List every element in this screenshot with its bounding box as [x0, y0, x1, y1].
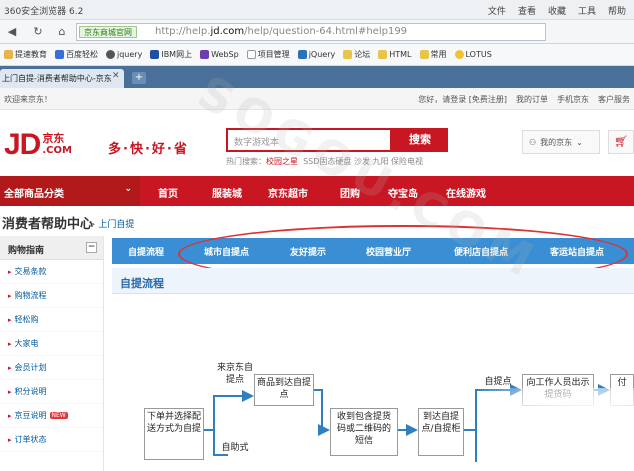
browser-title: 360安全浏览器 6.2: [4, 7, 84, 17]
menu-view[interactable]: 查看: [518, 4, 536, 17]
breadcrumb-sep: >: [88, 220, 99, 230]
bookmark-item[interactable]: jQuery: [297, 50, 335, 59]
bookmark-item[interactable]: 常用: [419, 49, 447, 60]
bookmark-item[interactable]: HTML: [378, 50, 412, 59]
chevron-down-icon: ⌄: [124, 184, 132, 194]
flow-branch-label: 自助式: [221, 443, 249, 453]
bullet-arrow-icon: ▸: [8, 267, 12, 276]
bullet-arrow-icon: ▸: [8, 315, 12, 324]
site-verified-chip[interactable]: 京东商城官网: [79, 26, 137, 38]
search-button[interactable]: 搜索: [392, 128, 448, 152]
bullet-arrow-icon: ▸: [8, 411, 12, 420]
bullet-arrow-icon: ▸: [8, 363, 12, 372]
page-title: 消费者帮助中心: [2, 217, 94, 232]
flow-branch-label: 来京东自提点: [216, 363, 253, 385]
new-tab-button[interactable]: +: [132, 72, 146, 84]
home-icon[interactable]: ⌂: [54, 24, 70, 40]
bullet-arrow-icon: ▸: [8, 435, 12, 444]
breadcrumb-current[interactable]: 上门自提: [98, 220, 134, 230]
login-link[interactable]: 您好，请登录 [免费注册]: [418, 94, 507, 105]
sidebar-item-appliances[interactable]: ▸ 大家电: [0, 332, 103, 356]
url-text[interactable]: http://help.jd.com/help/question-64.html…: [155, 26, 407, 37]
bookmark-item[interactable]: IBM网上: [150, 49, 192, 60]
topbar-links: 您好，请登录 [免费注册] 我的订单 手机京东 客户服务: [418, 94, 630, 105]
bookmark-item[interactable]: 提速教育: [4, 49, 47, 60]
user-icon: ⚇: [529, 137, 537, 147]
jquery-icon: [297, 50, 307, 59]
sidebar-item-easy-buy[interactable]: ▸ 轻松购: [0, 308, 103, 332]
welcome-text: 欢迎来京东！: [4, 95, 52, 104]
url-input[interactable]: 京东商城官网 http://help.jd.com/help/question-…: [76, 23, 546, 41]
address-bar-row: ◀ ↻ ⌂ 京东商城官网 http://help.jd.com/help/que…: [0, 20, 634, 44]
sidebar-item-points[interactable]: ▸ 积分说明: [0, 380, 103, 404]
help-sidebar: 购物指南 − ▸ 交易条款 ▸ 购物流程 ▸ 轻松购 ▸ 大家电 ▸ 会员计划 ▸ 积分说明…: [0, 236, 104, 471]
nav-clothing[interactable]: 服装城: [212, 185, 242, 200]
nav-supermarket[interactable]: 京东超市: [268, 185, 308, 200]
tab-pickup-process[interactable]: 自提流程: [128, 245, 164, 258]
jquery-icon: [106, 50, 115, 59]
new-badge: NEW: [49, 412, 68, 419]
menu-tools[interactable]: 工具: [578, 4, 596, 17]
flow-step-sms: 收到包含提货码或二维码的短信: [330, 408, 398, 456]
sidebar-item-jingdou[interactable]: ▸ 京豆说明 NEW: [0, 404, 103, 428]
sidebar-header[interactable]: 购物指南 −: [0, 236, 103, 260]
nav-home[interactable]: 首页: [158, 185, 178, 200]
browser-menubar: 文件 查看 收藏 工具 帮助: [488, 4, 626, 17]
sidebar-item-trade-terms[interactable]: ▸ 交易条款: [0, 260, 103, 284]
folder-icon: [419, 50, 429, 59]
mobile-jd-link[interactable]: 手机京东: [557, 94, 589, 105]
bullet-arrow-icon: ▸: [8, 339, 12, 348]
collapse-icon[interactable]: −: [86, 242, 97, 253]
section-title: 自提流程: [120, 277, 164, 290]
flow-branch-label: 自提点: [484, 377, 512, 387]
sidebar-item-shopping-process[interactable]: ▸ 购物流程: [0, 284, 103, 308]
bookmark-item[interactable]: WebSp: [200, 50, 239, 59]
bookmark-item[interactable]: jquery: [106, 50, 142, 59]
bookmark-item[interactable]: 项目管理: [246, 49, 290, 60]
customer-service-link[interactable]: 客户服务: [598, 94, 630, 105]
section-header: 自提流程: [112, 268, 634, 294]
ibm-icon: [150, 50, 160, 59]
close-tab-icon[interactable]: ✕: [112, 71, 120, 81]
sidebar-item-order-status[interactable]: ▸ 订单状态: [0, 428, 103, 452]
sidebar-item-membership[interactable]: ▸ 会员计划: [0, 356, 103, 380]
page-icon: [246, 50, 256, 59]
bullet-arrow-icon: ▸: [8, 387, 12, 396]
menu-help[interactable]: 帮助: [608, 4, 626, 17]
folder-icon: [378, 50, 388, 59]
bookmark-item[interactable]: LOTUS: [454, 50, 492, 59]
browser-titlebar: 360安全浏览器 6.2 文件 查看 收藏 工具 帮助: [0, 0, 634, 20]
tab-strip: 上门自提-消费者帮助中心-京东 ✕ +: [0, 66, 634, 88]
baidu-icon: [55, 50, 64, 59]
back-icon[interactable]: ◀: [4, 24, 20, 40]
menu-file[interactable]: 文件: [488, 4, 506, 17]
all-categories-menu[interactable]: 全部商品分类 ⌄: [0, 176, 140, 206]
flow-step-arrive: 商品到达自提点: [254, 374, 314, 406]
bookmark-item[interactable]: 论坛: [343, 49, 370, 60]
flow-step-go: 到达自提点/自提柜: [418, 408, 464, 456]
browser-tab-active[interactable]: 上门自提-消费者帮助中心-京东: [0, 69, 124, 88]
menu-favorites[interactable]: 收藏: [548, 4, 566, 17]
refresh-icon[interactable]: ↻: [30, 24, 46, 40]
bookmark-item[interactable]: 百度轻松: [55, 49, 98, 60]
bookmarks-bar: 提速教育 百度轻松 jquery IBM网上 WebSp 项目管理 jQuery…: [0, 44, 634, 66]
flow-step-order: 下单并选择配送方式为自提: [144, 408, 204, 460]
my-orders-link[interactable]: 我的订单: [516, 94, 548, 105]
websphere-icon: [200, 50, 210, 59]
slogan: 多·快·好·省: [108, 142, 189, 157]
cart-icon[interactable]: 🛒︎: [608, 130, 634, 154]
site-topbar: 欢迎来京东！ 您好，请登录 [免费注册] 我的订单 手机京东 客户服务: [0, 88, 634, 110]
lotus-icon: [454, 50, 464, 59]
folder-icon: [343, 50, 353, 59]
bullet-arrow-icon: ▸: [8, 291, 12, 300]
jd-logo[interactable]: JD 京东 .COM: [4, 128, 72, 161]
blurred-region: [478, 388, 634, 471]
my-jd-button[interactable]: ⚇ 我的京东 ⌄: [522, 130, 600, 154]
page-icon: [4, 50, 13, 59]
chevron-down-icon: ⌄: [576, 137, 583, 147]
